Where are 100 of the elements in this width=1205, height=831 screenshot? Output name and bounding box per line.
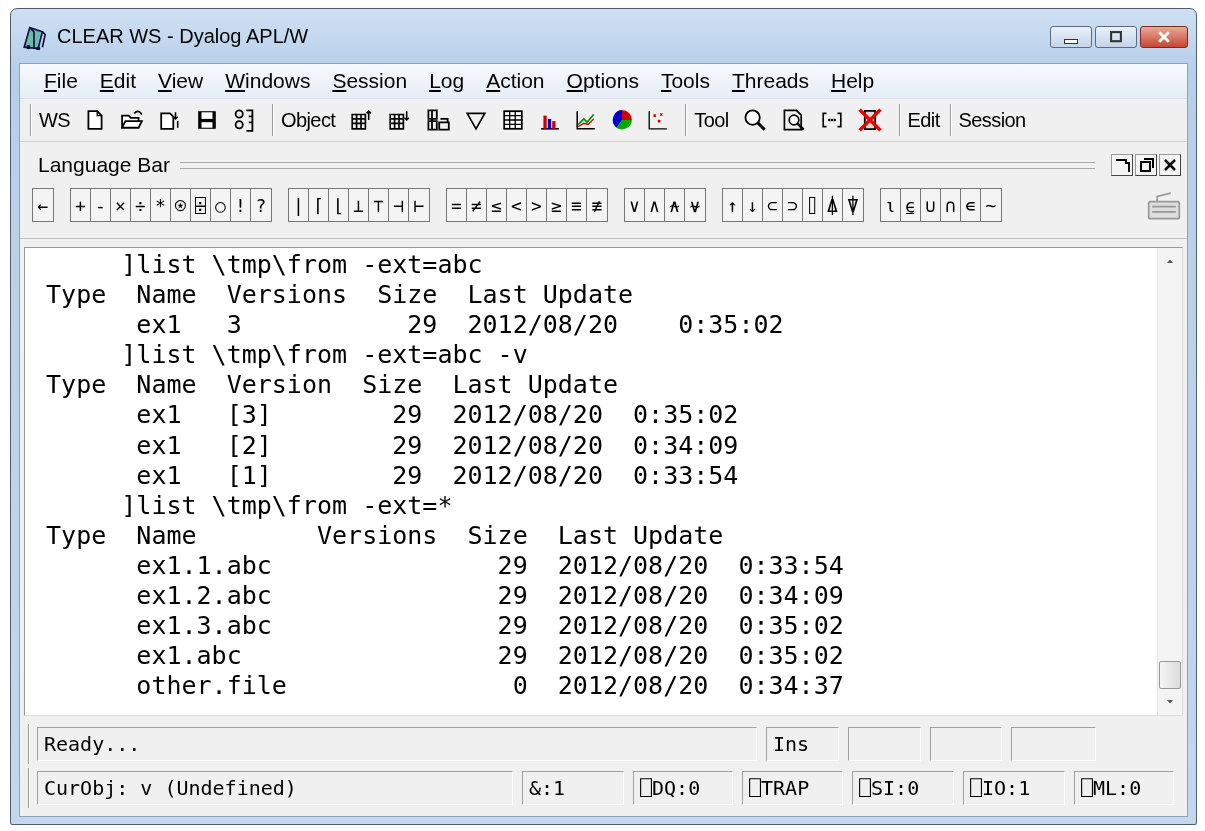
status-field: Ready... (37, 727, 757, 761)
session-line: ]list \tmp\from -ext=abc (120, 250, 483, 281)
glyph-key[interactable]: ⍱ (685, 189, 705, 221)
glyph-key[interactable]: ⌷ (803, 189, 823, 221)
toolbar-label[interactable]: Tool (694, 106, 729, 134)
toolbar-label[interactable]: Object (281, 106, 336, 134)
menu-item[interactable]: Session (322, 67, 418, 95)
menu-item[interactable]: Windows (215, 67, 321, 95)
status-field: ⎕IO:1 (963, 771, 1065, 805)
status-field: ⎕ML:0 (1074, 771, 1174, 805)
session-line: ]list \tmp\from -ext=* (120, 490, 453, 521)
glyph-key[interactable]: + (71, 189, 91, 221)
status-field: Ins (766, 727, 839, 761)
glyph-key[interactable]: ~ (981, 189, 1001, 221)
menu-item[interactable]: Tools (650, 67, 720, 95)
glyph-key[interactable]: ≢ (587, 189, 607, 221)
glyph-key[interactable]: ≠ (467, 189, 487, 221)
glyph-key[interactable]: ≡ (567, 189, 587, 221)
session-line: ex1.3.abc 29 2012/08/20 0:35:02 (135, 611, 844, 642)
glyph-key[interactable]: ⍒ (843, 189, 863, 221)
glyph-key[interactable]: ∊ (961, 189, 981, 221)
glyph-key[interactable]: = (447, 189, 467, 221)
folder-icon[interactable] (120, 109, 145, 131)
glyph-key[interactable]: ← (33, 189, 53, 221)
glyph-key[interactable]: ! (231, 189, 251, 221)
window-title: CLEAR WS - Dyalog APL/W (57, 24, 310, 48)
session-line: ex1.abc 29 2012/08/20 0:35:02 (135, 641, 844, 672)
glyph-key[interactable]: ⊢ (409, 189, 429, 221)
scrollbar-thumb[interactable] (1159, 661, 1181, 689)
session-line: ex1 [2] 29 2012/08/20 0:34:09 (135, 430, 739, 461)
glyph-key[interactable]: ∧ (645, 189, 665, 221)
glyph-key[interactable]: ○ (211, 189, 231, 221)
menu-item[interactable]: File (34, 67, 88, 95)
session-line: ex1.1.abc 29 2012/08/20 0:33:54 (135, 550, 844, 582)
session-line: other.file 0 2012/08/20 0:34:37 (135, 671, 844, 702)
close-button[interactable] (1140, 26, 1188, 48)
menu-item[interactable]: Edit (89, 67, 147, 95)
glyph-key[interactable]: ⍲ (665, 189, 685, 221)
toolbar-label[interactable]: WS (39, 106, 71, 134)
status-field (930, 727, 1002, 761)
line-chart-icon[interactable] (575, 109, 598, 131)
glyph-key[interactable]: > (527, 189, 547, 221)
glyph-key[interactable]: ⌊ (329, 189, 349, 221)
grid-arrow-icon[interactable] (349, 109, 374, 131)
glyph-key[interactable]: ⍋ (823, 189, 843, 221)
glyph-key[interactable]: < (507, 189, 527, 221)
glyph-key[interactable]: - (91, 189, 111, 221)
menu-item[interactable]: Action (476, 67, 555, 95)
menu-item[interactable]: Options (556, 67, 649, 95)
glyph-key[interactable]: ⍷ (901, 189, 921, 221)
scrollbar[interactable] (1157, 248, 1182, 715)
status-field: ⎕SI:0 (852, 771, 954, 805)
session-line: Type Name Versions Size Last Update (45, 520, 724, 551)
maximize-button[interactable] (1095, 26, 1137, 48)
glyph-key[interactable]: ⌹ (191, 189, 211, 221)
glyph-key[interactable]: ∪ (921, 189, 941, 221)
glyph-key[interactable]: ÷ (131, 189, 151, 221)
menu-item[interactable]: Help (821, 67, 885, 95)
glyph-key[interactable]: * (151, 189, 171, 221)
glyph-key[interactable]: ⊤ (369, 189, 389, 221)
status-field: ⎕TRAP (742, 771, 843, 805)
close-icon[interactable] (1159, 154, 1181, 176)
minimize-icon[interactable] (1111, 154, 1133, 176)
glyph-key[interactable]: ⊣ (389, 189, 409, 221)
crossed-out-icon[interactable] (856, 107, 883, 133)
minimize-icon (1064, 38, 1078, 44)
session-line: ex1 [1] 29 2012/08/20 0:33:54 (135, 460, 739, 491)
glyph-key[interactable]: ≤ (487, 189, 507, 221)
pie-chart-icon[interactable] (611, 109, 634, 131)
session-line: ex1 3 29 2012/08/20 0:35:02 (135, 310, 784, 341)
table-icon[interactable] (501, 109, 526, 131)
minimize-button[interactable] (1050, 26, 1092, 48)
menu-item[interactable]: Threads (721, 67, 819, 95)
menu-item[interactable]: Log (419, 67, 475, 95)
glyph-key[interactable]: ⍟ (171, 189, 191, 221)
session-line: Type Name Versions Size Last Update (45, 280, 634, 311)
toolbar-label[interactable]: Edit (907, 106, 940, 134)
glyph-key[interactable]: ⊃ (783, 189, 803, 221)
toolbar-label[interactable]: Session (958, 106, 1026, 134)
glyph-key[interactable]: ∩ (941, 189, 961, 221)
scatter-chart-icon[interactable] (647, 109, 670, 131)
grid-arrow-icon[interactable] (387, 109, 412, 131)
glyph-key[interactable]: ≥ (547, 189, 567, 221)
search-icon[interactable] (742, 108, 767, 132)
glyph-key[interactable]: ⍳ (881, 189, 901, 221)
glyph-key[interactable]: ⊂ (763, 189, 783, 221)
glyph-key[interactable]: ⌈ (309, 189, 329, 221)
session-line: Type Name Version Size Last Update (45, 370, 618, 401)
glyph-key[interactable]: ↓ (743, 189, 763, 221)
glyph-key[interactable]: ∨ (625, 189, 645, 221)
glyph-key[interactable]: ↑ (723, 189, 743, 221)
glyph-key[interactable]: × (111, 189, 131, 221)
restore-icon[interactable] (1135, 154, 1157, 176)
status-field: CurObj: v (Undefined) (37, 771, 513, 805)
glyph-key[interactable]: | (289, 189, 309, 221)
menu-item[interactable]: View (148, 67, 214, 95)
status-field: &:1 (522, 771, 624, 805)
glyph-key[interactable]: ? (251, 189, 271, 221)
status-field: ⎕DQ:0 (633, 771, 733, 805)
glyph-key[interactable]: ⊥ (349, 189, 369, 221)
